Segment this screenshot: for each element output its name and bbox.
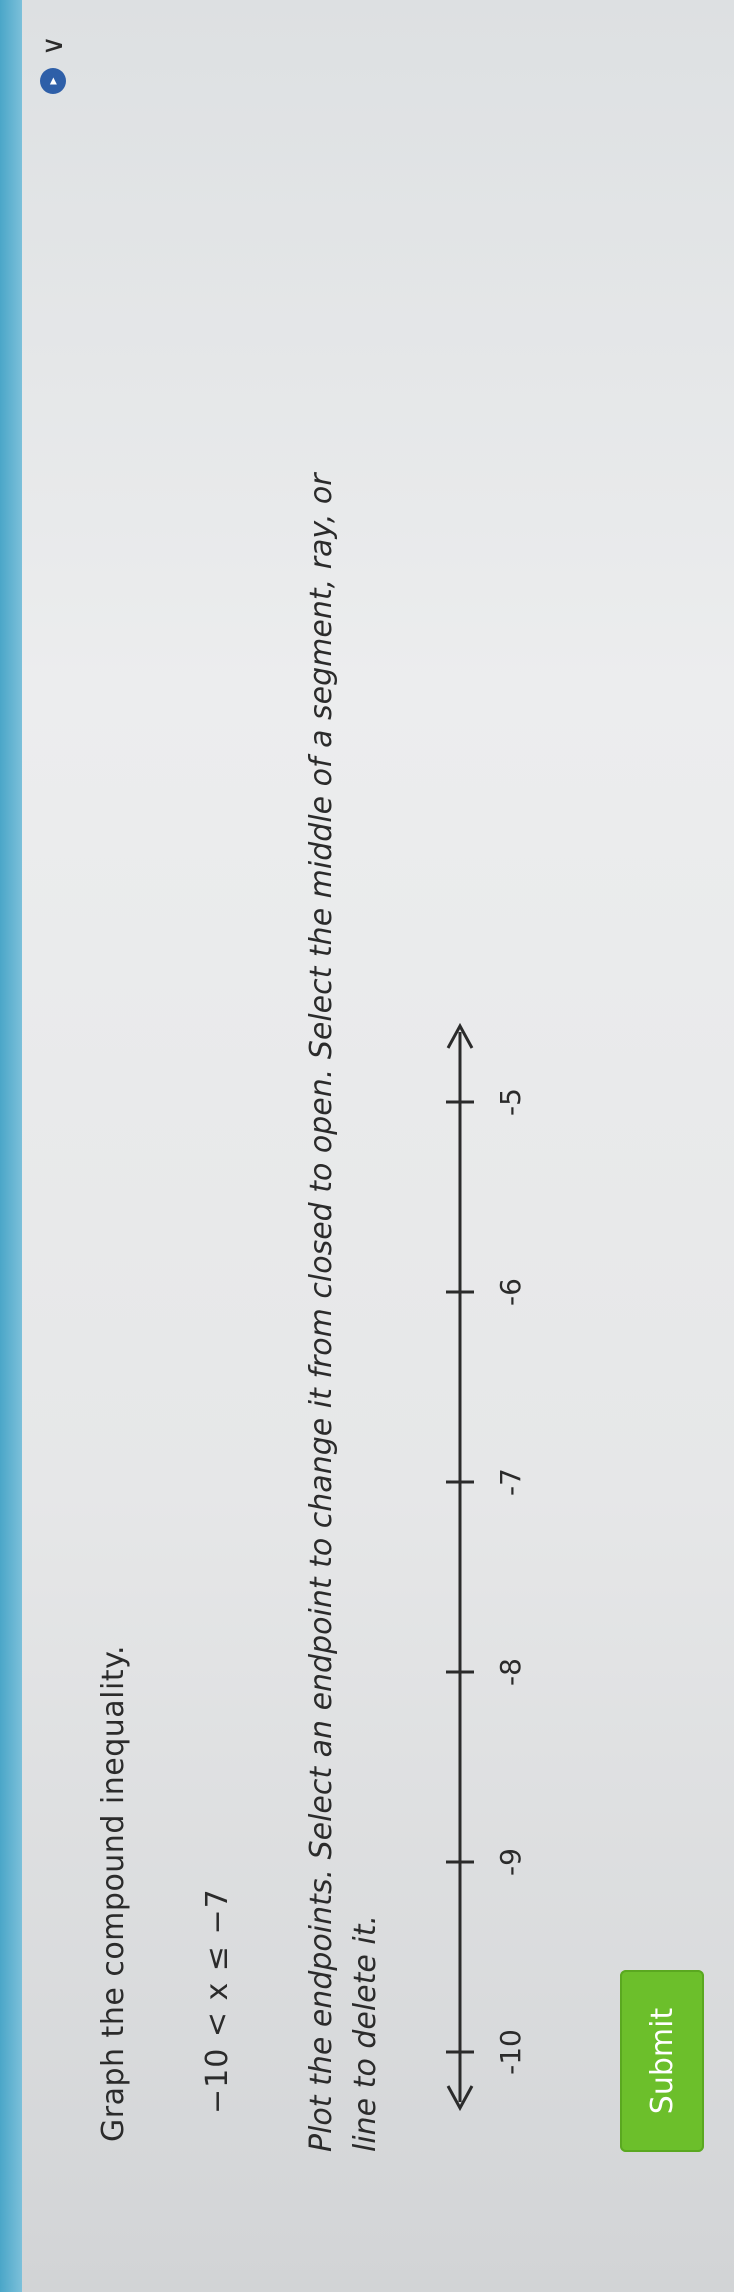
tick-label: -9 xyxy=(494,1848,527,1876)
header-bar xyxy=(0,0,22,2292)
tick-label: -10 xyxy=(494,2029,527,2075)
help-icon[interactable]: ▸ xyxy=(40,68,66,94)
submit-button[interactable]: Submit xyxy=(620,1970,704,2152)
tick-label: -5 xyxy=(494,1088,527,1116)
number-line-svg[interactable]: -10 -9 -8 -7 -6 -5 xyxy=(420,1002,540,2122)
tick-group: -10 -9 -8 -7 -6 -5 xyxy=(446,1088,527,2075)
tick-label: -7 xyxy=(494,1468,527,1496)
chevron-icon[interactable]: ∨ xyxy=(36,36,69,57)
tick-label: -8 xyxy=(494,1658,527,1686)
instructions: Plot the endpoints. Select an endpoint t… xyxy=(304,473,383,2152)
tick-label: -6 xyxy=(494,1278,527,1306)
number-line[interactable]: -10 -9 -8 -7 -6 -5 xyxy=(420,1002,540,2122)
compound-inequality: −10 < x ≤ −7 xyxy=(200,1888,235,2114)
question-title: Graph the compound inequality. xyxy=(96,1644,131,2142)
page: Graph the compound inequality. −10 < x ≤… xyxy=(0,0,734,2292)
